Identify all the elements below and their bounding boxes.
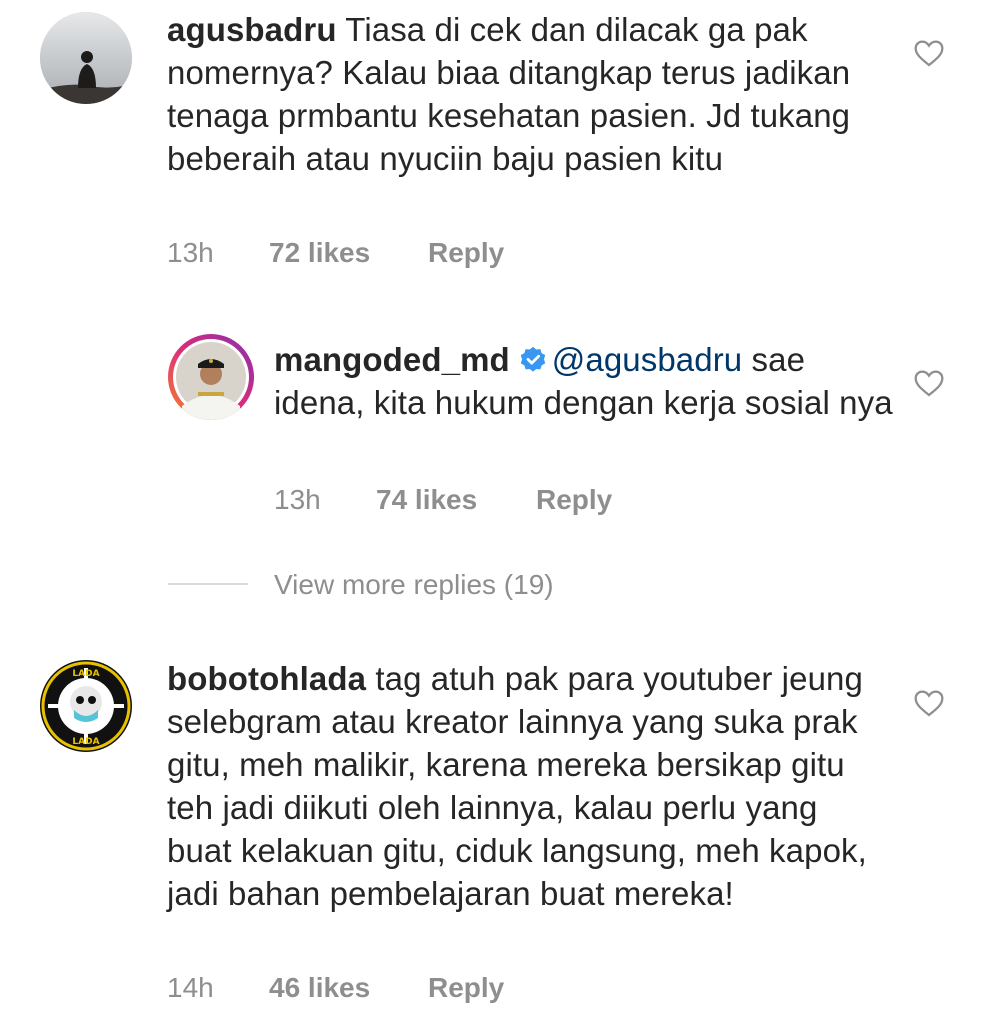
replies-divider [168,583,248,585]
comment-likes[interactable]: 72 likes [269,237,370,269]
comment-time[interactable]: 13h [274,484,321,516]
comment-text: mangoded_md @agusbadru sae idena, kita hu… [274,338,894,424]
avatar[interactable] [40,12,132,104]
reply-button[interactable]: Reply [536,484,612,516]
view-more-replies-button[interactable]: View more replies (19) [274,569,554,601]
comment-meta: 14h 46 likes Reply [167,972,587,1004]
verified-badge-icon [520,346,546,372]
svg-text:LADA: LADA [72,737,99,747]
like-heart-icon[interactable] [913,368,945,398]
comment-likes[interactable]: 74 likes [376,484,477,516]
reply-button[interactable]: Reply [428,972,504,1004]
avatar[interactable]: LADA LADA [40,660,132,752]
person-silhouette-icon [40,12,132,104]
comment-username[interactable]: mangoded_md [274,341,510,378]
comment-meta: 13h 72 likes Reply [167,237,587,269]
comment-username[interactable]: bobotohlada [167,660,366,697]
comment-text: bobotohlada tag atuh pak para youtuber j… [167,657,877,915]
like-heart-icon[interactable] [913,688,945,718]
avatar[interactable] [168,334,254,420]
comment-meta: 13h 74 likes Reply [274,484,694,516]
svg-text:LADA: LADA [72,669,99,679]
like-heart-icon[interactable] [913,38,945,68]
official-portrait-icon [173,339,249,420]
reply-button[interactable]: Reply [428,237,504,269]
comment-likes[interactable]: 46 likes [269,972,370,1004]
comment-username[interactable]: agusbadru [167,11,337,48]
comment-text: agusbadru Tiasa di cek dan dilacak ga pa… [167,8,887,180]
lada-skull-logo-icon: LADA LADA [41,661,131,751]
comment-body: tag atuh pak para youtuber jeung selebgr… [167,660,867,912]
comment-time[interactable]: 13h [167,237,214,269]
mention-link[interactable]: @agusbadru [552,341,742,378]
comment-time[interactable]: 14h [167,972,214,1004]
